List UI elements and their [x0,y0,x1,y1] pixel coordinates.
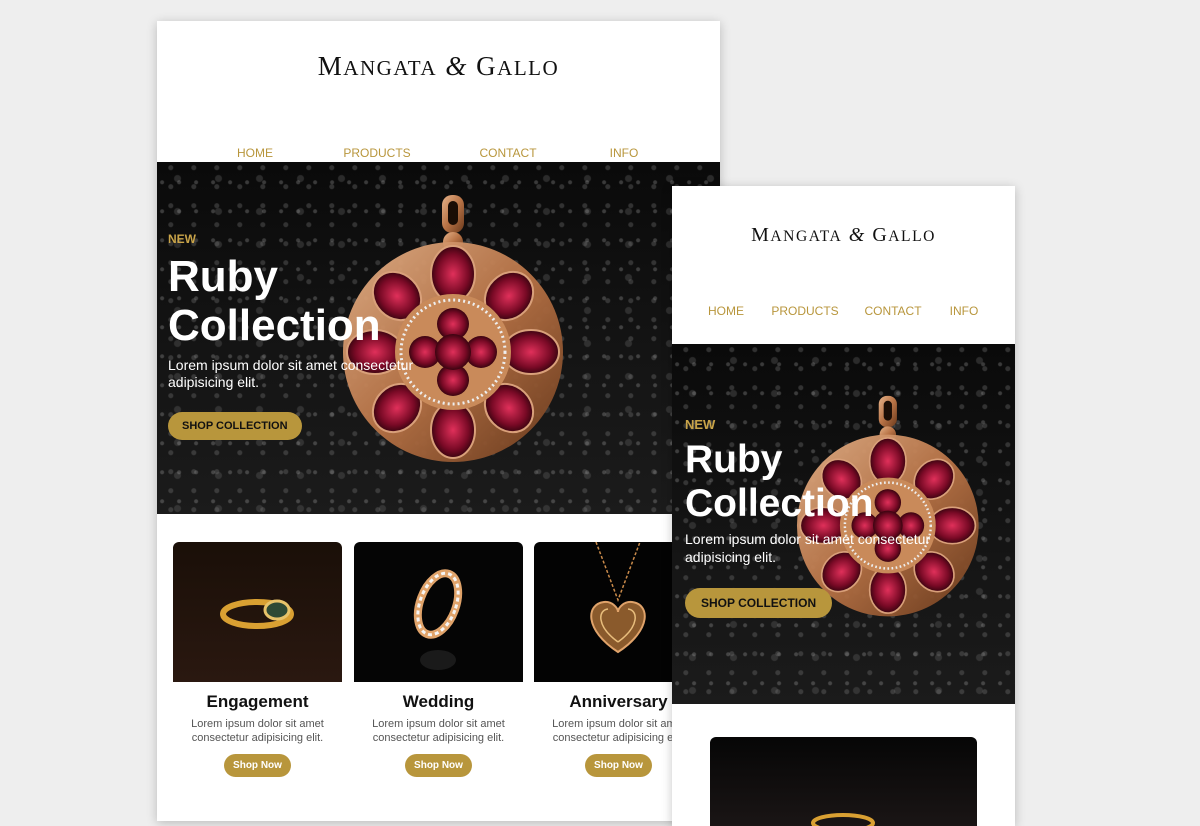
nav-home[interactable]: HOME [708,304,744,318]
product-desc-line2: consectetur adipisicing elit. [191,731,324,744]
product-title: Wedding [402,692,475,711]
hero-text-block: NEW Ruby Collection Lorem ipsum dolor si… [685,417,975,619]
hero-text-block: NEW Ruby Collection Lorem ipsum dolor si… [168,232,458,440]
logo-initial-m: M [751,224,771,246]
product-image[interactable] [173,542,342,682]
mobile-email-preview: MANGATA & GALLO HOME PRODUCTS CONTACT IN… [672,186,1015,826]
product-image[interactable] [354,542,523,682]
nav-contact[interactable]: CONTACT [479,146,536,160]
logo-second-rest: ALLO [497,56,560,80]
logo-initial-g: G [872,224,889,246]
brand-logo[interactable]: MANGATA & GALLO [672,224,1015,247]
hero-eyebrow: NEW [168,232,196,246]
shop-now-button[interactable]: Shop Now [585,753,652,777]
product-image[interactable] [710,737,977,826]
shop-collection-button[interactable]: SHOP COLLECTION [685,588,833,619]
desktop-email-preview: MANGATA & GALLO HOME PRODUCTS CONTACT IN… [157,21,720,821]
logo-ampersand: & [445,51,468,81]
product-title: Engagement [206,692,309,711]
ring-icon [811,813,875,826]
logo-first-rest: ANGATA [343,56,438,80]
shop-now-button[interactable]: Shop Now [405,753,472,777]
product-card-engagement: Engagement Lorem ipsum dolor sit amet co… [173,542,342,777]
hero-subtext: Lorem ipsum dolor sit amet consectetur a… [168,356,414,391]
ring-icon [220,599,294,629]
product-desc-line2: consectetur adipisicing elit. [372,731,505,744]
brand-logo[interactable]: MANGATA & GALLO [157,51,720,82]
product-desc-line1: Lorem ipsum dolor sit amet [372,718,505,730]
nav-contact[interactable]: CONTACT [864,304,921,318]
shop-collection-button[interactable]: SHOP COLLECTION [168,411,302,440]
product-desc-line1: Lorem ipsum dolor sit amet [191,718,324,730]
band-icon [413,569,463,670]
logo-initial-m: M [317,51,344,81]
logo-first-rest: ANGATA [770,228,843,245]
logo-second-rest: ALLO [888,228,936,245]
product-card-wedding: Wedding Lorem ipsum dolor sit amet conse… [354,542,523,777]
hero-banner: NEW Ruby Collection Lorem ipsum dolor si… [672,344,1015,704]
nav-info[interactable]: INFO [610,146,639,160]
hero-headline: Ruby Collection [168,252,381,351]
logo-initial-g: G [476,51,498,81]
nav-products[interactable]: PRODUCTS [771,304,838,318]
shop-now-button[interactable]: Shop Now [224,753,291,777]
nav-info[interactable]: INFO [950,304,979,318]
hero-eyebrow: NEW [685,417,716,432]
logo-ampersand: & [848,224,866,246]
hero-subtext: Lorem ipsum dolor sit amet consectetur a… [685,531,931,565]
nav-home[interactable]: HOME [237,146,273,160]
hero-banner: NEW Ruby Collection Lorem ipsum dolor si… [157,162,720,514]
hero-headline: Ruby Collection [685,438,874,525]
nav-products[interactable]: PRODUCTS [343,146,410,160]
